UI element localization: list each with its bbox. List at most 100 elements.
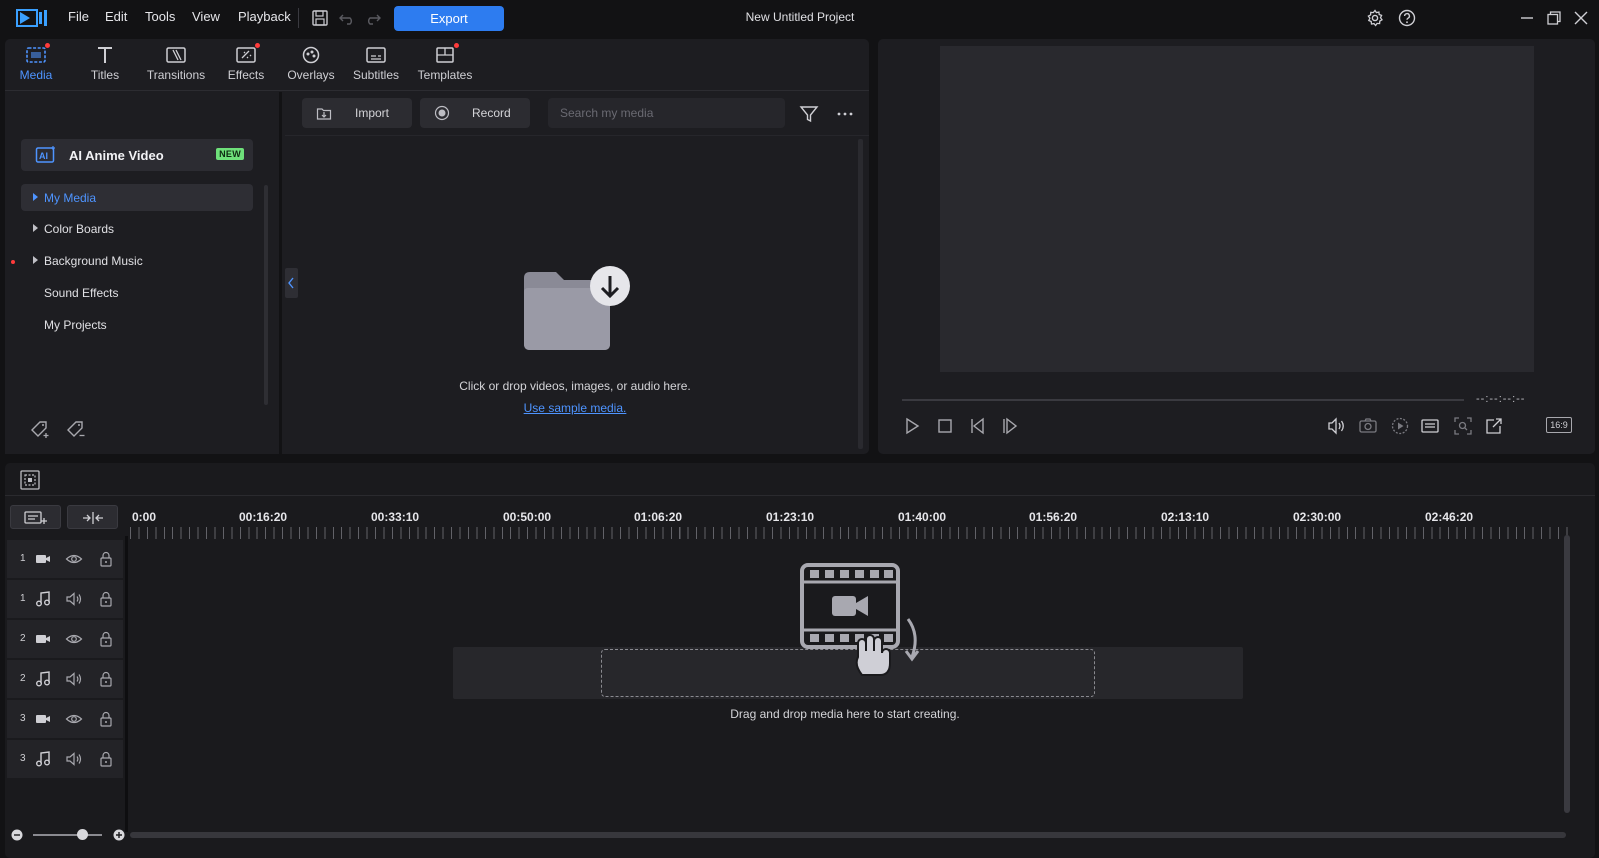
tab-titles[interactable]: Titles: [85, 45, 125, 87]
zoom-out-icon[interactable]: [11, 829, 23, 841]
speaker-icon[interactable]: [65, 590, 83, 608]
preview-screen[interactable]: [940, 46, 1534, 372]
video-camera-icon: [34, 630, 52, 648]
use-sample-media-link[interactable]: Use sample media.: [385, 401, 765, 415]
zoom-slider-track[interactable]: [33, 834, 102, 836]
track-header-audio[interactable]: 3: [7, 740, 123, 778]
speaker-icon[interactable]: [65, 750, 83, 768]
import-icon: [316, 105, 332, 121]
drop-folder-icon[interactable]: [522, 264, 632, 354]
record-button[interactable]: Record: [420, 98, 530, 128]
lock-icon[interactable]: [97, 630, 115, 648]
tab-effects[interactable]: Effects: [227, 43, 265, 87]
menu-view[interactable]: View: [192, 9, 220, 24]
tab-templates[interactable]: Templates: [417, 43, 473, 87]
menu-tools[interactable]: Tools: [145, 9, 175, 24]
library-item-color-boards[interactable]: Color Boards: [21, 215, 253, 242]
more-options-icon[interactable]: [835, 104, 855, 124]
play-icon[interactable]: [902, 416, 922, 436]
collapse-library-handle[interactable]: [285, 268, 298, 298]
expand-arrow-icon: [33, 256, 38, 264]
tab-transitions[interactable]: Transitions: [146, 45, 206, 87]
help-icon[interactable]: [1398, 9, 1416, 27]
close-icon[interactable]: [1572, 9, 1590, 27]
timeline-horizontal-scrollbar[interactable]: [130, 832, 1566, 838]
zoom-slider-handle[interactable]: [77, 829, 88, 840]
library-scrollbar[interactable]: [264, 185, 268, 405]
tab-media-label: Media: [19, 68, 53, 82]
notification-dot: [454, 43, 459, 48]
export-button[interactable]: Export: [394, 6, 504, 31]
lock-icon[interactable]: [97, 750, 115, 768]
pop-out-preview-icon[interactable]: [1484, 416, 1504, 436]
lock-icon[interactable]: [97, 670, 115, 688]
ruler-tick-label: 02:13:10: [1161, 510, 1210, 524]
track-manager-button[interactable]: [10, 505, 61, 529]
timeline-mode-icon[interactable]: [19, 469, 41, 491]
tab-transitions-label: Transitions: [146, 68, 206, 82]
app-logo-icon: [16, 8, 50, 28]
library-item-background-music[interactable]: Background Music: [21, 247, 253, 274]
render-preview-icon[interactable]: [1390, 416, 1410, 436]
track-header-video[interactable]: 1: [7, 540, 123, 578]
aspect-ratio-badge[interactable]: 16:9: [1546, 417, 1572, 433]
redo-icon[interactable]: [364, 9, 382, 27]
next-frame-icon[interactable]: [1001, 416, 1021, 436]
tab-overlays[interactable]: Overlays: [287, 45, 335, 87]
overlays-icon: [300, 45, 322, 65]
remove-tag-icon[interactable]: [65, 419, 87, 439]
fit-timeline-button[interactable]: [67, 505, 118, 529]
menu-playback[interactable]: Playback: [238, 9, 291, 24]
menu-file[interactable]: File: [68, 9, 89, 24]
stop-icon[interactable]: [935, 416, 955, 436]
track-number: 2: [20, 633, 26, 644]
lock-icon[interactable]: [97, 590, 115, 608]
media-drop-hint: Click or drop videos, images, or audio h…: [459, 379, 691, 393]
eye-visibility-icon[interactable]: [65, 710, 83, 728]
menu-divider: [298, 8, 299, 28]
ruler-tick-label: 0:00: [132, 510, 157, 524]
add-tag-icon[interactable]: [29, 419, 51, 439]
minimize-icon[interactable]: [1518, 9, 1536, 27]
svg-text:AI: AI: [39, 151, 48, 161]
timeline-ruler[interactable]: 0:00 00:16:20 00:33:10 00:50:00 01:06:20…: [130, 500, 1570, 545]
previous-frame-icon[interactable]: [969, 416, 989, 436]
import-button[interactable]: Import: [302, 98, 412, 128]
timeline-vertical-scrollbar[interactable]: [1564, 535, 1570, 813]
restore-icon[interactable]: [1545, 9, 1563, 27]
track-header-divider[interactable]: [125, 536, 128, 832]
lock-icon[interactable]: [97, 710, 115, 728]
timeline-toolbar: [5, 463, 1595, 496]
zoom-preview-icon[interactable]: [1453, 416, 1473, 436]
track-header-video[interactable]: 3: [7, 700, 123, 738]
display-settings-icon[interactable]: [1420, 416, 1440, 436]
track-header-audio[interactable]: 2: [7, 660, 123, 698]
settings-gear-icon[interactable]: [1366, 9, 1384, 27]
track-header-audio[interactable]: 1: [7, 580, 123, 618]
undo-icon[interactable]: [338, 9, 356, 27]
project-title: New Untitled Project: [745, 10, 855, 24]
snapshot-camera-icon[interactable]: [1358, 416, 1378, 436]
ai-anime-video-button[interactable]: AI AI Anime Video NEW: [21, 139, 253, 171]
eye-visibility-icon[interactable]: [65, 550, 83, 568]
media-scrollbar[interactable]: [858, 139, 863, 449]
menu-edit[interactable]: Edit: [105, 9, 127, 24]
zoom-in-icon[interactable]: [113, 829, 125, 841]
volume-icon[interactable]: [1326, 416, 1346, 436]
track-header-video[interactable]: 2: [7, 620, 123, 658]
ruler-tick-label: 02:30:00: [1293, 510, 1342, 524]
library-item-my-media[interactable]: My Media: [21, 184, 253, 211]
save-icon[interactable]: [311, 9, 329, 27]
ruler-ticks: [130, 527, 1570, 539]
preview-progress-bar[interactable]: [902, 399, 1464, 401]
eye-visibility-icon[interactable]: [65, 630, 83, 648]
music-note-icon: [34, 750, 52, 768]
tab-subtitles[interactable]: Subtitles: [351, 45, 401, 87]
library-item-my-projects[interactable]: My Projects: [21, 311, 253, 338]
speaker-icon[interactable]: [65, 670, 83, 688]
lock-icon[interactable]: [97, 550, 115, 568]
tab-media[interactable]: Media: [17, 43, 55, 87]
library-item-sound-effects[interactable]: Sound Effects: [21, 279, 253, 306]
search-media-input[interactable]: [548, 98, 785, 128]
filter-icon[interactable]: [799, 104, 819, 124]
